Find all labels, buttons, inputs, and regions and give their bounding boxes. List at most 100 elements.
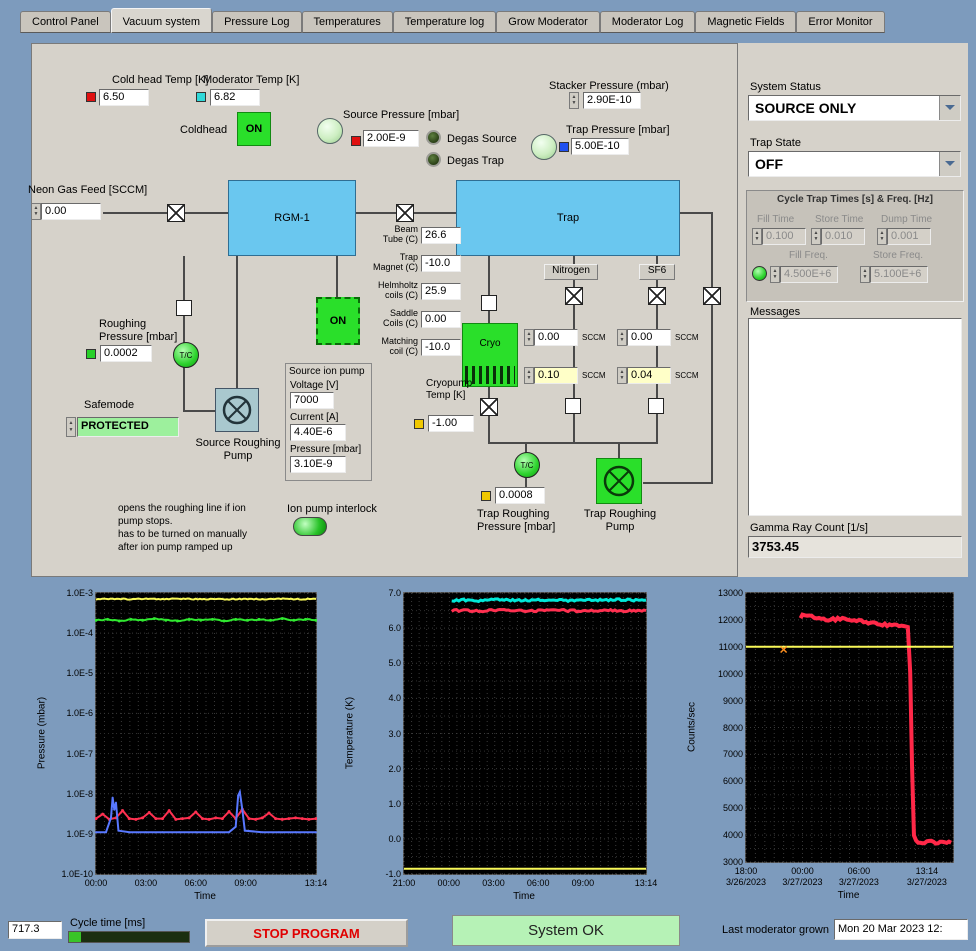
- trap-roughing-led: [481, 491, 491, 501]
- chevron-down-icon[interactable]: [939, 152, 960, 176]
- tab-control-panel[interactable]: Control Panel: [20, 11, 111, 33]
- cycle-time-value: 717.3: [8, 921, 62, 939]
- pipe: [488, 256, 490, 323]
- trap-pressure-value: 5.00E-10: [571, 138, 629, 155]
- counts-graph-tick: 8000: [703, 723, 743, 733]
- dump-time-input[interactable]: 0.001: [887, 228, 931, 245]
- tab-error-monitor[interactable]: Error Monitor: [796, 11, 884, 33]
- pipe: [573, 414, 575, 444]
- vacuum-system-screen: { "tabs": ["Control Panel","Vacuum syste…: [0, 0, 976, 951]
- tab-temperature-log[interactable]: Temperature log: [393, 11, 497, 33]
- tab-pressure-log[interactable]: Pressure Log: [212, 11, 301, 33]
- cycle-time-progress: [68, 931, 190, 943]
- last-moderator-grown-label: Last moderator grown: [722, 924, 829, 936]
- sf6-setpoint-unit: SCCM: [675, 371, 699, 380]
- pressure-graph-xlabel: Time: [95, 891, 315, 902]
- store-freq-spinner[interactable]: [860, 266, 870, 283]
- system-status-dropdown[interactable]: SOURCE ONLY: [748, 95, 961, 121]
- trap-pressure-led: [559, 142, 569, 152]
- fill-time-input[interactable]: 0.100: [762, 228, 806, 245]
- pipe: [103, 212, 228, 214]
- trap-pressure-gauge-icon: [531, 134, 557, 160]
- cryopump-temp-value: -1.00: [428, 415, 474, 432]
- degas-source-button[interactable]: [426, 130, 441, 145]
- sf6-setpoint-input[interactable]: 0.04: [627, 367, 671, 384]
- fill-time-label: Fill Time: [757, 214, 794, 225]
- degas-trap-label: Degas Trap: [447, 155, 504, 167]
- pipe: [656, 305, 658, 399]
- messages-label: Messages: [750, 306, 800, 318]
- cryopump-temp-led: [414, 419, 424, 429]
- rgm-label: RGM-1: [274, 212, 309, 224]
- n2-flow-spinner[interactable]: [524, 329, 534, 346]
- n2-setpoint-input[interactable]: 0.10: [534, 367, 578, 384]
- dump-time-spinner[interactable]: [877, 228, 887, 245]
- store-time-label: Store Time: [815, 214, 863, 225]
- trap-magnet-label: Trap Magnet (C): [370, 252, 418, 272]
- counts-graph-tick: 4000: [703, 830, 743, 840]
- coldhead-on-button[interactable]: ON: [237, 112, 271, 146]
- moderator-temp-label: Moderator Temp [K]: [203, 74, 299, 86]
- fill-freq-spinner[interactable]: [770, 266, 780, 283]
- source-pressure-led: [351, 136, 361, 146]
- trap-roughing-pump[interactable]: [596, 458, 642, 504]
- source-roughing-pump[interactable]: [215, 388, 259, 432]
- tab-temperatures[interactable]: Temperatures: [302, 11, 393, 33]
- pressure-graph-tick: 00:00: [71, 878, 121, 888]
- chevron-down-icon[interactable]: [939, 96, 960, 120]
- neon-feed-input[interactable]: 0.00: [41, 203, 101, 220]
- stop-program-button[interactable]: STOP PROGRAM: [205, 919, 408, 947]
- fill-freq-input[interactable]: 4.500E+6: [780, 266, 838, 283]
- moderator-temp-value: 6.82: [210, 89, 260, 106]
- cycle-time-label: Cycle time [ms]: [70, 917, 145, 929]
- counts-graph-tick: 10000: [703, 669, 743, 679]
- temperature-graph-tick: 0.0: [361, 834, 401, 844]
- safemode-selector[interactable]: PROTECTED: [77, 417, 179, 437]
- tab-magnetic-fields[interactable]: Magnetic Fields: [695, 11, 796, 33]
- tab-vacuum-system[interactable]: Vacuum system: [111, 8, 212, 33]
- rgm-vessel: RGM-1: [228, 180, 356, 256]
- degas-source-label: Degas Source: [447, 133, 517, 145]
- system-status-label: System Status: [750, 81, 821, 93]
- pressure-chart: 1.0E-31.0E-41.0E-51.0E-61.0E-71.0E-81.0E…: [40, 585, 340, 915]
- roughing-pressure-label: Roughing Pressure [mbar]: [99, 318, 177, 344]
- temperature-graph-tick: 2.0: [361, 764, 401, 774]
- trap-roughing-pressure-value: 0.0008: [495, 487, 545, 504]
- voltage-label: Voltage [V]: [290, 380, 338, 391]
- store-time-input[interactable]: 0.010: [821, 228, 865, 245]
- valve-cryo-icon: [480, 398, 498, 416]
- sf6-flow-unit: SCCM: [675, 333, 699, 342]
- stacker-pressure-spinner[interactable]: [569, 92, 579, 109]
- fill-time-spinner[interactable]: [752, 228, 762, 245]
- valve-sf6-icon: [648, 287, 666, 305]
- n2-setpoint-spinner[interactable]: [524, 367, 534, 384]
- pressure-graph-tick: 1.0E-6: [53, 708, 93, 718]
- trap-magnet-value: -10.0: [421, 255, 461, 272]
- ion-pump-interlock-switch[interactable]: [293, 517, 327, 536]
- current-value: 4.40E-6: [290, 424, 346, 441]
- last-moderator-grown-value: Mon 20 Mar 2023 12:: [834, 919, 968, 940]
- tab-moderator-log[interactable]: Moderator Log: [600, 11, 696, 33]
- degas-trap-button[interactable]: [426, 152, 441, 167]
- counts-graph-tick: 00:00: [777, 866, 827, 876]
- neon-feed-spinner[interactable]: [31, 203, 41, 220]
- counts-graph-tick: 3/26/2023: [719, 877, 773, 887]
- ion-pump-on-button[interactable]: ON: [316, 297, 360, 345]
- tab-grow-moderator[interactable]: Grow Moderator: [496, 11, 599, 33]
- store-time-spinner[interactable]: [811, 228, 821, 245]
- trap-label: Trap: [557, 212, 579, 224]
- n2-setpoint-unit: SCCM: [582, 371, 606, 380]
- safemode-spinner[interactable]: [66, 417, 76, 437]
- sf6-setpoint-spinner[interactable]: [617, 367, 627, 384]
- dump-time-label: Dump Time: [881, 214, 932, 225]
- sf6-flow-spinner[interactable]: [617, 329, 627, 346]
- trap-state-dropdown[interactable]: OFF: [748, 151, 961, 177]
- temperature-chart: 7.06.05.04.03.02.01.00.0-1.021:0000:0003…: [350, 585, 655, 915]
- counts-graph-tick: 13000: [703, 588, 743, 598]
- pressure-graph-tick: 09:00: [221, 878, 271, 888]
- store-freq-input[interactable]: 5.100E+6: [870, 266, 928, 283]
- voltage-value: 7000: [290, 392, 334, 409]
- temperature-graph-tick: 00:00: [424, 878, 474, 888]
- messages-box: [748, 318, 962, 516]
- ion-pressure-value: 3.10E-9: [290, 456, 346, 473]
